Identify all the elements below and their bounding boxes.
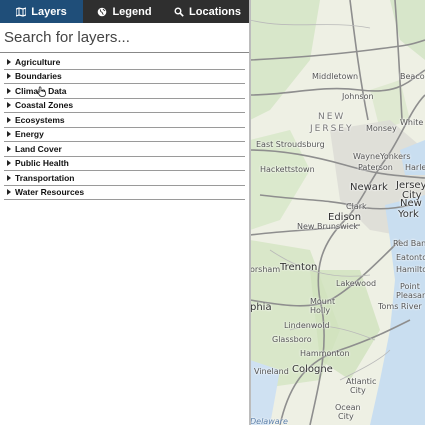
map-label-hamilton: Hamilton — [396, 265, 425, 274]
map-label-lindenwold: Lindenwold — [284, 321, 330, 330]
map-label-wayne: Wayne — [353, 152, 381, 161]
caret-right-icon — [7, 174, 11, 181]
tab-layers[interactable]: Layers — [0, 0, 83, 23]
caret-right-icon — [7, 145, 11, 152]
layer-item-transportation[interactable]: Transportation — [4, 171, 245, 186]
layer-label: Transportation — [15, 172, 75, 183]
layer-item-public-health[interactable]: Public Health — [4, 157, 245, 171]
tab-locations-label: Locations — [189, 5, 241, 18]
map-label-middletown: Middletown — [312, 72, 359, 81]
tab-layers-label: Layers — [31, 5, 67, 18]
layer-label: Energy — [15, 129, 44, 139]
map-label-monsey: Monsey — [366, 124, 397, 133]
map-label-ocean: Ocean — [335, 403, 361, 412]
layer-label: Ecosystems — [15, 114, 65, 125]
map-label-new-brunswick: New Brunswick — [297, 222, 358, 231]
map-label-delaware: Delaware — [250, 417, 288, 425]
map-label-paterson: Paterson — [358, 163, 393, 172]
hand-pointer-icon — [37, 86, 46, 97]
caret-right-icon — [7, 87, 11, 94]
panel-tabs: Layers Legend Locations — [0, 0, 249, 23]
map-icon — [16, 6, 27, 17]
map-label-newark: Newark — [350, 182, 388, 193]
map-view[interactable]: Middletown Beacon Johnson NEW JERSEY Mon… — [250, 0, 425, 425]
map-label-pleasant: Pleasant — [396, 291, 425, 300]
search-input[interactable] — [4, 27, 242, 48]
layer-label: Boundaries — [15, 71, 62, 81]
layer-label: Agriculture — [15, 56, 61, 67]
map-label-white: White — [400, 118, 424, 127]
search-icon — [174, 7, 184, 17]
caret-right-icon — [7, 102, 11, 109]
layer-item-energy[interactable]: Energy — [4, 128, 245, 142]
map-label-phia: phia — [250, 302, 272, 313]
map-label-lakewood: Lakewood — [336, 279, 377, 288]
layer-item-coastal-zones[interactable]: Coastal Zones — [4, 99, 245, 113]
map-label-horsham: orsham — [250, 265, 281, 274]
caret-right-icon — [7, 58, 11, 65]
map-label-yonkers: Yonkers — [380, 152, 411, 161]
map-label-red-bank: Red Bank — [393, 239, 425, 248]
map-label-ocean-city: City — [338, 412, 354, 421]
map-label-east-stroudsburg: East Stroudsburg — [256, 140, 325, 149]
layer-item-ecosystems[interactable]: Ecosystems — [4, 113, 245, 128]
tab-legend[interactable]: Legend — [83, 0, 166, 23]
tab-locations[interactable]: Locations — [166, 0, 249, 23]
map-label-beacon: Beacon — [400, 72, 425, 81]
map-label-york: York — [398, 209, 419, 220]
map-label-harlem: Harlem — [405, 163, 425, 172]
map-label-hammonton: Hammonton — [300, 349, 350, 358]
layer-label: Water Resources — [15, 187, 85, 197]
map-label-new: NEW — [318, 112, 346, 122]
map-label-glassboro: Glassboro — [272, 335, 312, 344]
map-label-trenton: Trenton — [280, 262, 318, 273]
map-label-cologne: Cologne — [292, 364, 333, 375]
layer-label: Public Health — [15, 158, 69, 168]
caret-right-icon — [7, 160, 11, 167]
layer-item-climate-data[interactable]: Climate Data — [4, 84, 245, 99]
caret-right-icon — [7, 116, 11, 123]
layer-item-land-cover[interactable]: Land Cover — [4, 142, 245, 157]
map-label-atlantic: Atlantic — [346, 377, 377, 386]
layer-item-agriculture[interactable]: Agriculture — [4, 55, 245, 70]
caret-right-icon — [7, 189, 11, 196]
layer-item-boundaries[interactable]: Boundaries — [4, 70, 245, 84]
map-label-mount: Mount — [310, 297, 336, 306]
layer-search — [0, 23, 249, 53]
layer-label: Coastal Zones — [15, 100, 74, 110]
map-label-eatontown: Eatontown — [396, 253, 425, 262]
map-label-clark: Clark — [346, 202, 367, 211]
map-label-vineland: Vineland — [254, 367, 289, 376]
tab-legend-label: Legend — [112, 5, 152, 18]
map-label-atlantic-city: City — [350, 386, 366, 395]
map-label-new-york: New — [400, 198, 422, 209]
caret-right-icon — [7, 131, 11, 138]
globe-icon — [98, 7, 107, 16]
map-label-jersey: JERSEY — [310, 124, 354, 134]
map-label-toms-river: Toms River — [378, 302, 422, 311]
layer-label: Land Cover — [15, 143, 62, 154]
layers-panel: Layers Legend Locations Agriculture Boun… — [0, 0, 251, 425]
layer-item-water-resources[interactable]: Water Resources — [4, 186, 245, 200]
map-label-johnson: Johnson — [342, 92, 374, 101]
caret-right-icon — [7, 73, 11, 80]
map-label-hackettstown: Hackettstown — [260, 165, 315, 174]
map-label-point: Point — [400, 282, 420, 291]
layer-list: Agriculture Boundaries Climate Data Coas… — [0, 53, 249, 200]
map-label-holly: Holly — [310, 306, 331, 315]
